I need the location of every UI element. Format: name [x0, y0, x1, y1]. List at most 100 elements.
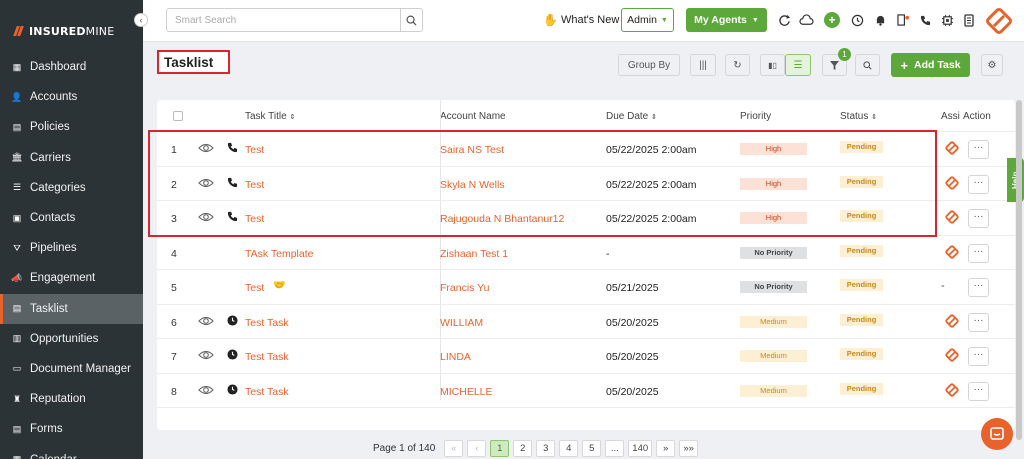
- top-bar: Smart Search ✋ What's New Admin ▼ My Age…: [143, 0, 1024, 42]
- page-button[interactable]: ...: [605, 440, 625, 457]
- task-title-link[interactable]: TAsk Template: [245, 248, 313, 260]
- page-button[interactable]: 3: [536, 440, 556, 457]
- columns-button[interactable]: |||: [690, 54, 716, 76]
- add-task-button[interactable]: + Add Task: [891, 53, 970, 77]
- group-by-button[interactable]: Group By: [618, 54, 680, 76]
- sidebar-item-forms[interactable]: ▤ Forms: [0, 414, 143, 444]
- carriers-icon: 🏛: [11, 152, 23, 163]
- row-actions-button[interactable]: ···: [968, 347, 989, 366]
- chat-button[interactable]: [981, 418, 1013, 450]
- sidebar-item-accounts[interactable]: 👤 Accounts: [0, 82, 143, 112]
- search-list-button[interactable]: [855, 54, 880, 76]
- page-button[interactable]: 1: [490, 440, 510, 457]
- scrollbar[interactable]: [1016, 100, 1022, 440]
- sidebar-item-dashboard[interactable]: ▦ Dashboard: [0, 52, 143, 82]
- sidebar-item-pipelines[interactable]: ⛛ Pipelines: [0, 233, 143, 263]
- account-name-link[interactable]: Francis Yu: [440, 282, 489, 294]
- sidebar-item-label: Pipelines: [30, 242, 77, 255]
- settings-button[interactable]: ⚙: [981, 54, 1003, 76]
- table-row[interactable]: 6 Test Task WILLIAM 05/20/2025 Medium Pending…: [157, 305, 1015, 339]
- cloud-sync-icon[interactable]: [798, 12, 814, 28]
- sidebar-item-categories[interactable]: ☰ Categories: [0, 173, 143, 203]
- due-date: 05/20/2025: [606, 385, 659, 398]
- refresh-list-button[interactable]: ↻: [725, 54, 750, 76]
- group-by-label: Group By: [627, 59, 671, 71]
- column-due-date[interactable]: Due Date ⇕: [606, 111, 657, 122]
- sidebar-item-tasklist[interactable]: ▤ Tasklist: [0, 293, 143, 324]
- priority-badge: Medium: [740, 350, 807, 362]
- row-actions-button[interactable]: ···: [968, 243, 989, 263]
- chip-icon[interactable]: [939, 12, 955, 28]
- select-all-checkbox[interactable]: [173, 111, 183, 121]
- column-task-title[interactable]: Task Title ⇕: [245, 111, 295, 122]
- search-input[interactable]: Smart Search: [175, 15, 236, 26]
- row-number: 4: [171, 247, 177, 260]
- table-row[interactable]: 4 TAsk Template Zishaan Test 1 - No Priority…: [157, 236, 1015, 270]
- task-title-link[interactable]: Test: [245, 282, 264, 294]
- logo[interactable]: INSUREDMINE: [13, 22, 114, 40]
- page-button[interactable]: 5: [582, 440, 602, 457]
- row-actions-button[interactable]: ···: [968, 312, 989, 332]
- view-icon[interactable]: [198, 349, 214, 361]
- exit-icon[interactable]: [895, 12, 911, 28]
- opportunities-icon: ▥: [12, 333, 22, 344]
- refresh-icon[interactable]: [776, 12, 792, 28]
- sidebar-item-engagement[interactable]: 📣 Engagement: [0, 263, 143, 293]
- dashboard-icon: ▦: [12, 61, 22, 72]
- table-row[interactable]: 8 Test Task MICHELLE 05/20/2025 Medium Pendin…: [157, 374, 1015, 408]
- whats-new-link[interactable]: ✋ What's New: [543, 13, 619, 27]
- collapse-sidebar-button[interactable]: ‹: [134, 13, 148, 27]
- phone-icon[interactable]: [917, 12, 933, 28]
- last-page-button[interactable]: »»: [679, 440, 699, 457]
- table-row[interactable]: 7 Test Task LINDA 05/20/2025 Medium Pending ··…: [157, 339, 1015, 374]
- row-actions-button[interactable]: ···: [968, 174, 989, 194]
- sidebar-item-calendar[interactable]: ▦ Calendar: [0, 444, 143, 459]
- search-button[interactable]: [400, 9, 422, 31]
- view-icon[interactable]: [198, 315, 214, 327]
- sidebar: INSUREDMINE ▦ Dashboard 👤 Accounts ▤ Policies…: [0, 0, 143, 459]
- page-button[interactable]: 140: [628, 440, 653, 457]
- list-view-button[interactable]: ☰: [785, 54, 811, 76]
- status-badge: Pending: [840, 279, 883, 291]
- page-title: Tasklist: [164, 55, 214, 70]
- first-page-button[interactable]: «: [444, 440, 464, 457]
- role-select[interactable]: Admin ▼: [621, 8, 674, 32]
- view-icon[interactable]: [198, 384, 214, 396]
- sidebar-item-label: Policies: [30, 121, 70, 134]
- row-actions-button[interactable]: ···: [968, 209, 989, 228]
- clock-icon[interactable]: [849, 12, 865, 28]
- page-button[interactable]: 4: [559, 440, 579, 457]
- kanban-view-button[interactable]: ▮▯: [760, 54, 785, 76]
- task-title-link[interactable]: Test Task: [245, 351, 289, 363]
- row-actions-button[interactable]: ···: [968, 140, 989, 159]
- task-title-link[interactable]: Test Task: [245, 386, 289, 398]
- my-agents-button[interactable]: My Agents ▼: [686, 8, 767, 32]
- assignee-avatar-icon: [945, 382, 959, 397]
- search-box[interactable]: Smart Search: [166, 8, 423, 32]
- row-actions-button[interactable]: ···: [968, 278, 989, 297]
- account-name-link[interactable]: Zishaan Test 1: [440, 248, 508, 260]
- sidebar-item-reputation[interactable]: ♜ Reputation: [0, 384, 143, 414]
- task-title-link[interactable]: Test Task: [245, 317, 289, 329]
- quick-add-icon[interactable]: +: [824, 12, 840, 28]
- sidebar-item-contacts[interactable]: ▣ Contacts: [0, 203, 143, 233]
- sidebar-item-carriers[interactable]: 🏛 Carriers: [0, 143, 143, 173]
- account-name-link[interactable]: LINDA: [440, 351, 471, 363]
- row-number: 6: [171, 316, 177, 329]
- bell-icon[interactable]: [872, 12, 888, 28]
- page-button[interactable]: 2: [513, 440, 533, 457]
- document-icon[interactable]: [961, 12, 977, 28]
- prev-page-button[interactable]: ‹: [467, 440, 487, 457]
- priority-badge: Medium: [740, 384, 807, 397]
- row-actions-button[interactable]: ···: [968, 381, 989, 401]
- column-status[interactable]: Status ⇕: [840, 111, 877, 122]
- sidebar-item-document-manager[interactable]: ▭ Document Manager: [0, 354, 143, 384]
- account-name-link[interactable]: WILLIAM: [440, 317, 483, 329]
- next-page-button[interactable]: »: [656, 440, 676, 457]
- sidebar-item-policies[interactable]: ▤ Policies: [0, 112, 143, 142]
- account-name-link[interactable]: MICHELLE: [440, 386, 493, 398]
- table-row[interactable]: 5 Test 🤝 Francis Yu 05/21/2025 No Priority Pen…: [157, 270, 1015, 305]
- user-avatar[interactable]: [986, 8, 1012, 34]
- tasklist-icon: ▤: [12, 303, 22, 314]
- sidebar-item-opportunities[interactable]: ▥ Opportunities: [0, 324, 143, 354]
